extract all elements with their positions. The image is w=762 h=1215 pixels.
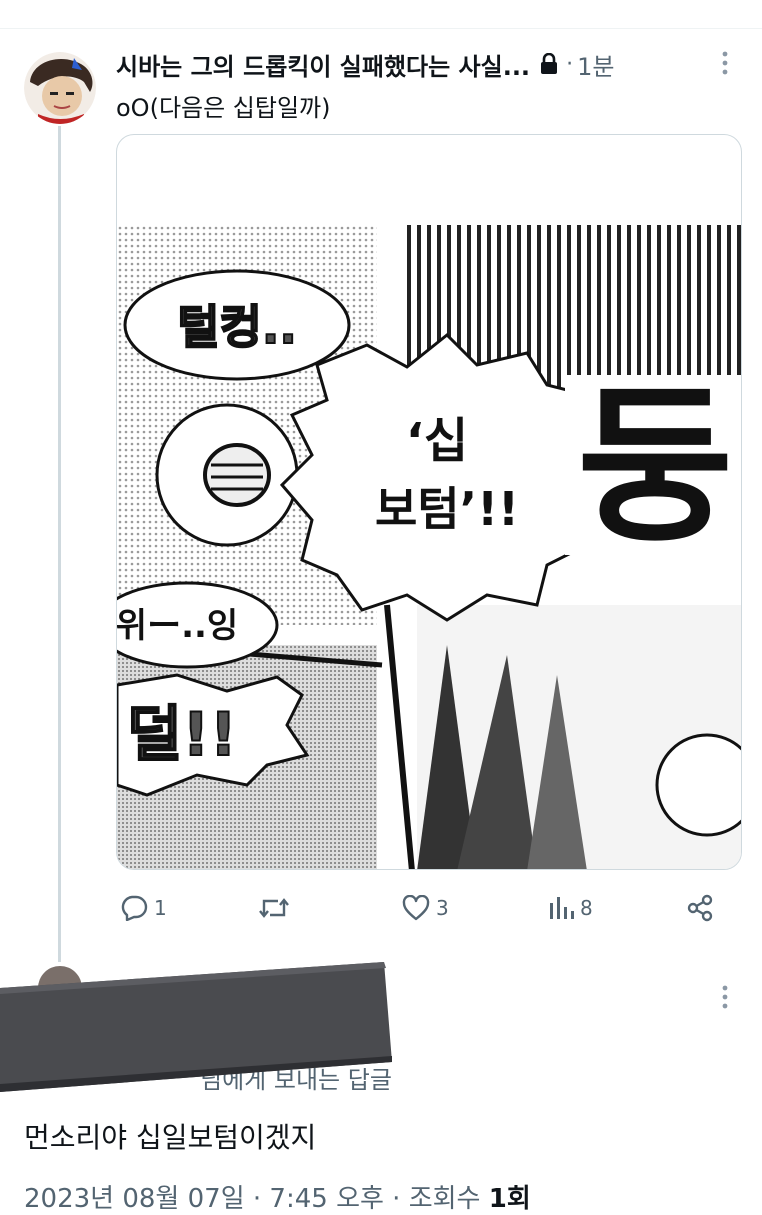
- meta-separator: ·: [566, 51, 574, 77]
- like-count: 3: [436, 896, 449, 920]
- thread-line: [58, 126, 61, 962]
- display-name[interactable]: 시바는 그의 드롭킥이 실패했다는 사실...: [116, 47, 530, 82]
- avatar[interactable]: [24, 52, 96, 124]
- panel-sfx-top-left: 털컹..: [177, 300, 297, 354]
- view-count: 8: [580, 896, 593, 920]
- reply-count: 1: [154, 896, 167, 920]
- tweet-header: 시바는 그의 드롭킥이 실패했다는 사실... · 1분: [116, 46, 716, 82]
- share-icon: [686, 894, 714, 922]
- like-button[interactable]: 3: [402, 888, 449, 928]
- share-button[interactable]: [686, 888, 714, 928]
- views-icon: [548, 895, 574, 921]
- more-vertical-icon[interactable]: [718, 50, 732, 80]
- panel-sfx-left-mid: 위ー..잉: [117, 606, 238, 646]
- tweet-action-bar: 1 3 8: [116, 888, 736, 928]
- lock-icon: [540, 53, 558, 75]
- tweet-text: oO(다음은 십탑일까): [116, 94, 331, 122]
- retweet-button[interactable]: [258, 888, 296, 928]
- manga-panel-image: 털컹.. ‘십 보텀’!! 둥 위ー..잉 덜!!: [117, 225, 741, 869]
- media-card[interactable]: 털컹.. ‘십 보텀’!! 둥 위ー..잉 덜!!: [116, 134, 742, 870]
- heart-icon: [402, 895, 430, 921]
- top-divider: [0, 28, 762, 29]
- reply-text: 먼소리야 십일보텀이겠지: [24, 1121, 317, 1154]
- reply-view-count[interactable]: 1회: [489, 1184, 531, 1214]
- reply-more-vertical-icon[interactable]: [718, 984, 732, 1014]
- views-button[interactable]: 8: [548, 888, 593, 928]
- avatar-image: [24, 52, 96, 124]
- tweet-time[interactable]: 1분: [577, 47, 614, 82]
- reply-icon: [120, 895, 148, 921]
- reply-timestamp-text: 2023년 08월 07일 · 7:45 오후 · 조회수: [24, 1184, 489, 1214]
- redaction-bar: [0, 962, 392, 1092]
- reply-button[interactable]: 1: [120, 888, 167, 928]
- panel-sfx-right: 둥: [577, 368, 733, 566]
- panel-center-line2: 보텀’!!: [375, 482, 519, 536]
- reply-timestamp: 2023년 08월 07일 · 7:45 오후 · 조회수 1회: [24, 1178, 531, 1215]
- panel-sfx-left-bottom: 덜!!: [127, 700, 237, 770]
- panel-center-line1: ‘십: [406, 413, 468, 469]
- retweet-icon: [258, 895, 290, 921]
